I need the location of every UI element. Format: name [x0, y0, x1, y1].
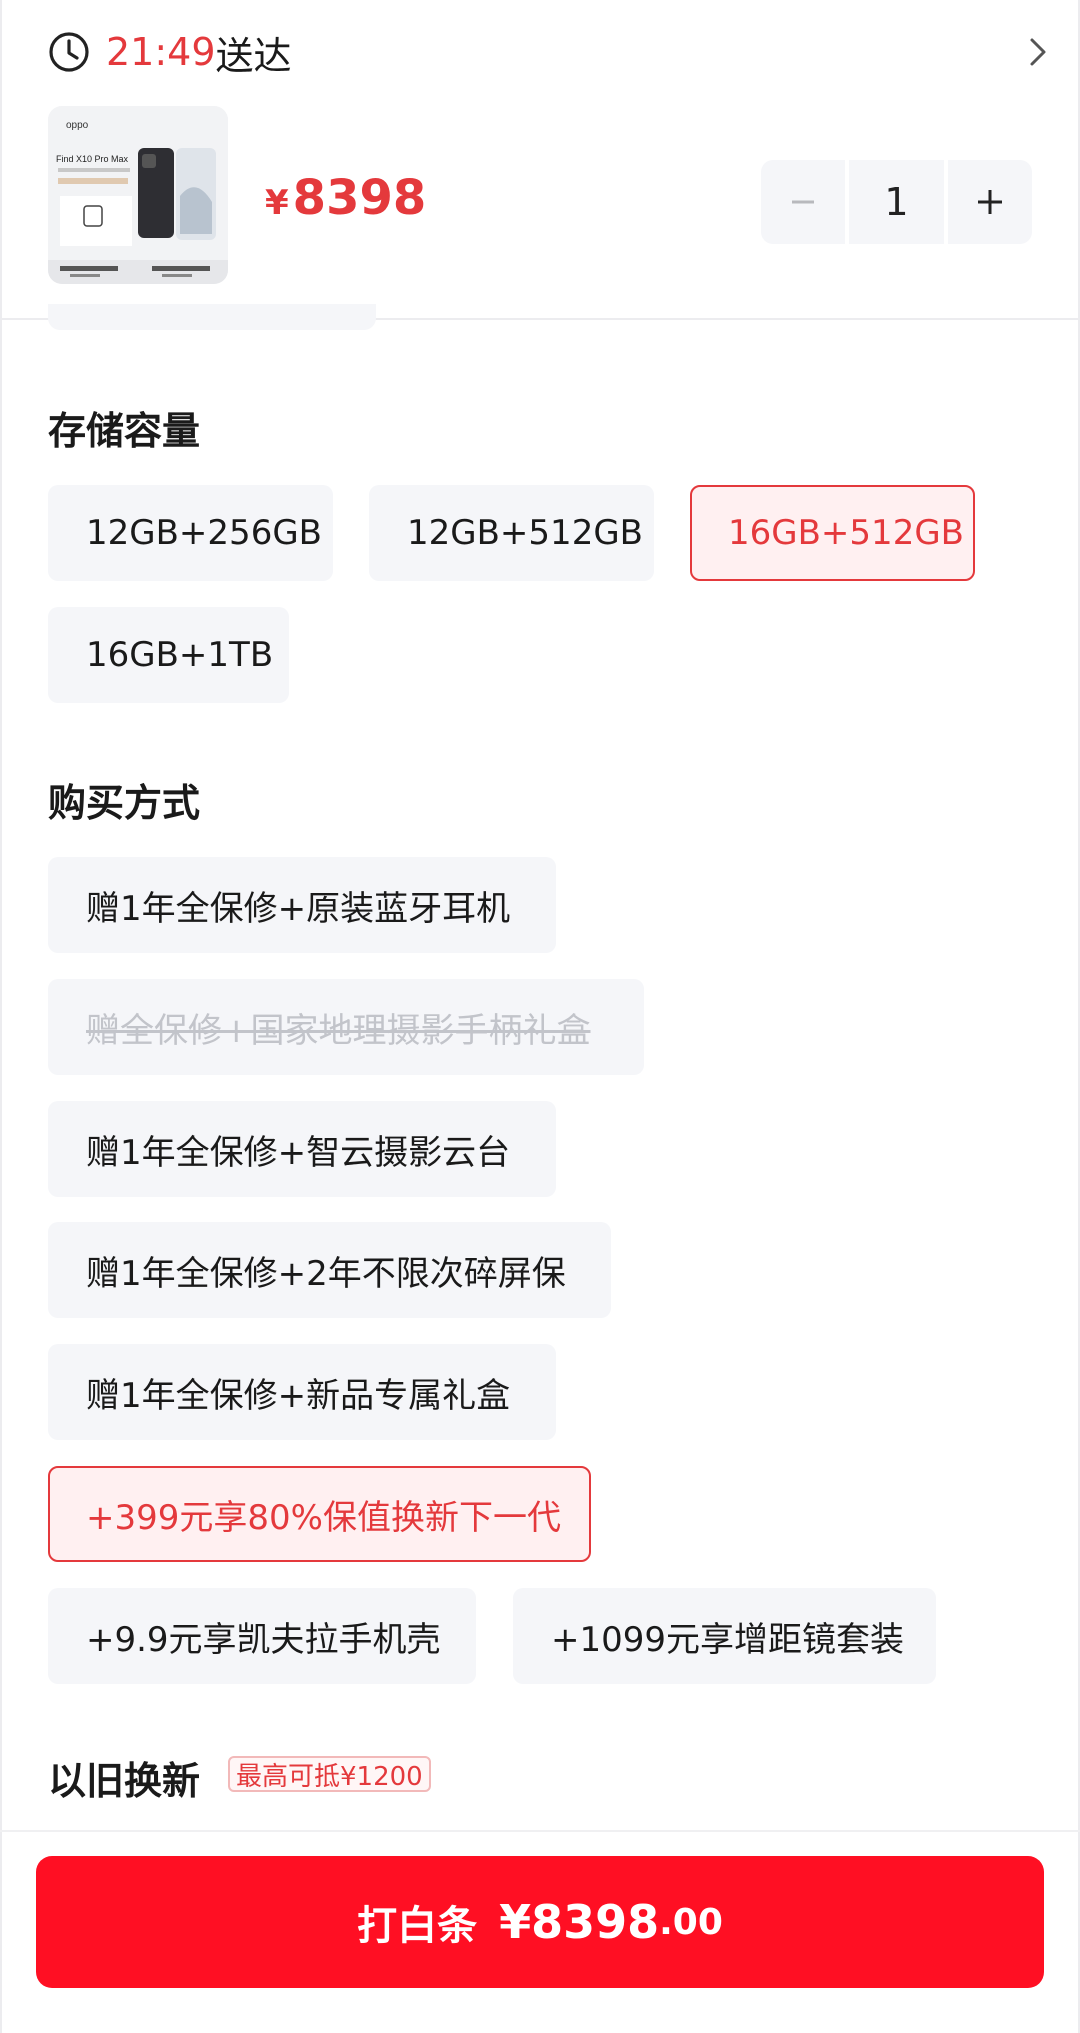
- product-price: ¥ 8398: [265, 170, 426, 240]
- bottom-divider: [0, 1830, 1080, 1832]
- purchase-option-disabled: 赠全保修+国家地理摄影手柄礼盒: [48, 979, 644, 1075]
- delivery-time: 21:49: [106, 30, 216, 74]
- storage-option[interactable]: 12GB+512GB: [369, 485, 654, 581]
- storage-option-selected[interactable]: 16GB+512GB: [690, 485, 975, 581]
- purchase-option[interactable]: 赠1年全保修+2年不限次碎屏保: [48, 1222, 611, 1318]
- pay-amount: ¥8398: [499, 1895, 660, 1949]
- product-thumbnail: oppo Find X10 Pro Max: [48, 106, 228, 284]
- chevron-right-icon[interactable]: [1024, 30, 1052, 74]
- minus-icon: [792, 200, 814, 204]
- page-edge-left: [0, 0, 2, 2033]
- purchase-option[interactable]: 赠1年全保修+智云摄影云台: [48, 1101, 556, 1197]
- pay-method-label: 打白条: [357, 1903, 478, 1949]
- purchase-option[interactable]: 赠1年全保修+新品专属礼盒: [48, 1344, 556, 1440]
- storage-option[interactable]: 16GB+1TB: [48, 607, 289, 703]
- purchase-option-selected[interactable]: +399元享80%保值换新下一代: [48, 1466, 591, 1562]
- purchase-option[interactable]: +1099元享增距镜套装: [513, 1588, 936, 1684]
- delivery-info: 21:49 送达: [48, 22, 292, 82]
- storage-section-title: 存储容量: [48, 409, 201, 453]
- quantity-stepper: 1: [761, 160, 1032, 244]
- increase-button[interactable]: [948, 160, 1032, 244]
- pay-cents: .00: [659, 1901, 723, 1943]
- purchase-option[interactable]: 赠1年全保修+原装蓝牙耳机: [48, 857, 556, 953]
- thumb-brand: oppo: [66, 120, 89, 131]
- delivery-label: 送达: [215, 33, 292, 78]
- product-image: oppo Find X10 Pro Max: [48, 106, 228, 284]
- tradein-section-title: 以旧换新: [48, 1759, 201, 1803]
- clock-icon: [49, 32, 89, 72]
- tradein-badge: 最高可抵¥1200: [228, 1756, 431, 1792]
- storage-option[interactable]: 12GB+256GB: [48, 485, 333, 581]
- quantity-value[interactable]: 1: [849, 160, 944, 244]
- scrolled-option-edge: [48, 304, 376, 330]
- thumb-model: Find X10 Pro Max: [56, 154, 129, 164]
- product-spec-sheet: 21:49 送达 oppo Find X10 Pro Max ¥ 8398 1 …: [0, 0, 1080, 2033]
- price-value: 8398: [292, 170, 427, 226]
- purchase-option[interactable]: +9.9元享凯夫拉手机壳: [48, 1588, 476, 1684]
- currency-symbol: ¥: [265, 183, 289, 223]
- purchase-section-title: 购买方式: [48, 781, 201, 825]
- plus-icon: [978, 190, 1002, 214]
- pay-button[interactable]: 打白条 ¥8398 .00: [36, 1856, 1044, 1988]
- decrease-button[interactable]: [761, 160, 845, 244]
